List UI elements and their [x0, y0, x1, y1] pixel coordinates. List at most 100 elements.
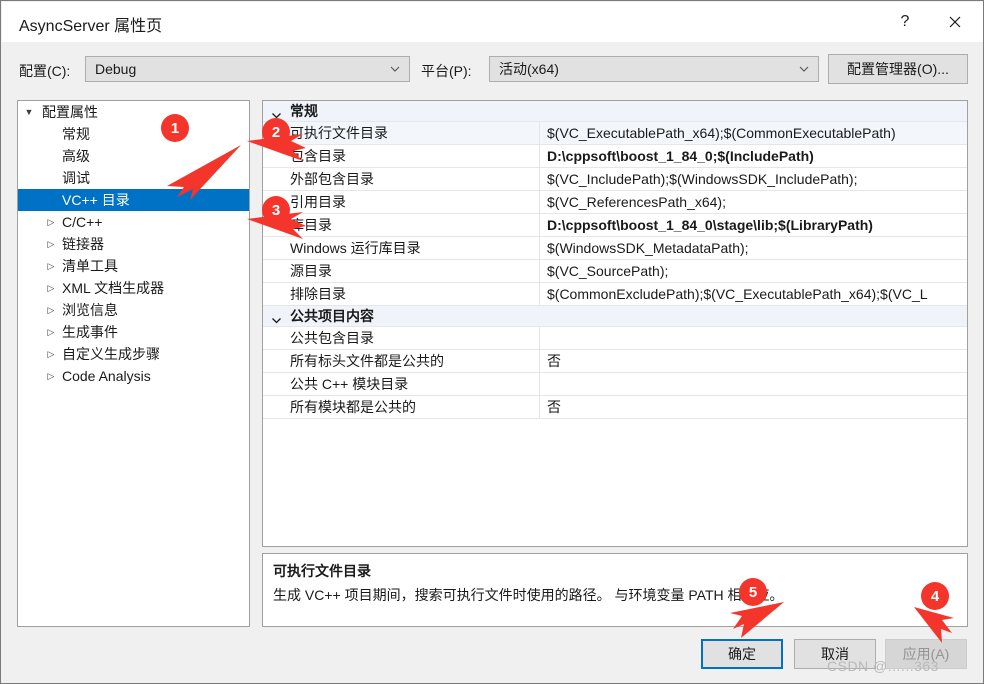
question-mark-icon: ?	[900, 13, 910, 30]
tree-item-12[interactable]: ▷ Code Analysis	[18, 365, 249, 387]
tree-item-label: XML 文档生成器	[62, 280, 165, 296]
tree-item-3[interactable]: 调试	[18, 167, 249, 189]
grid-property-value[interactable]: D:\cppsoft\boost_1_84_0;$(IncludePath)	[547, 145, 965, 167]
grid-row[interactable]: 公共包含目录	[263, 327, 967, 350]
apply-button[interactable]: 应用(A)	[885, 639, 967, 669]
collapsed-triangle-icon[interactable]: ▷	[40, 277, 62, 299]
tree-item-4[interactable]: VC++ 目录	[18, 189, 249, 211]
column-splitter[interactable]	[539, 214, 540, 236]
description-panel: 可执行文件目录 生成 VC++ 项目期间，搜索可执行文件时使用的路径。 与环境变…	[262, 553, 968, 627]
configuration-tree[interactable]: ▼ 配置属性 常规 高级 调试 VC++ 目录 ▷ C/C++ ▷ 链接器 ▷ 清单工具 ▷ XML 文档…	[17, 100, 250, 627]
tree-item-label: 自定义生成步骤	[62, 346, 160, 362]
grid-category-header[interactable]: 常规	[263, 101, 967, 122]
grid-property-name: 可执行文件目录	[290, 125, 388, 141]
grid-property-name: 排除目录	[290, 286, 346, 302]
tree-item-label: C/C++	[62, 214, 103, 230]
grid-property-value[interactable]: $(VC_SourcePath);	[547, 260, 965, 282]
tree-item-label: 调试	[62, 170, 90, 186]
grid-property-name: 引用目录	[290, 194, 346, 210]
grid-row[interactable]: 公共 C++ 模块目录	[263, 373, 967, 396]
grid-row[interactable]: 所有模块都是公共的 否	[263, 396, 967, 419]
grid-row[interactable]: 排除目录 $(CommonExcludePath);$(VC_Executable…	[263, 283, 967, 306]
grid-property-name: 包含目录	[290, 148, 346, 164]
tree-item-1[interactable]: 常规	[18, 123, 249, 145]
description-body: 生成 VC++ 项目期间，搜索可执行文件时使用的路径。 与环境变量 PATH 相…	[273, 587, 784, 603]
grid-property-name: 公共 C++ 模块目录	[290, 376, 409, 392]
chevron-down-icon[interactable]	[271, 106, 282, 119]
grid-property-value[interactable]: $(CommonExcludePath);$(VC_ExecutablePath…	[547, 283, 965, 305]
column-splitter[interactable]	[539, 350, 540, 372]
grid-row[interactable]: 引用目录 $(VC_ReferencesPath_x64);	[263, 191, 967, 214]
grid-property-name: 源目录	[290, 263, 332, 279]
grid-row[interactable]: Windows 运行库目录 $(WindowsSDK_MetadataPath);	[263, 237, 967, 260]
grid-row[interactable]: 包含目录 D:\cppsoft\boost_1_84_0;$(IncludePat…	[263, 145, 967, 168]
grid-property-name: 公共包含目录	[290, 330, 374, 346]
description-title: 可执行文件目录	[273, 563, 371, 579]
grid-property-value[interactable]: 否	[547, 396, 965, 418]
tree-item-label: 高级	[62, 148, 90, 164]
chevron-down-icon	[389, 63, 401, 75]
platform-dropdown[interactable]: 活动(x64)	[489, 56, 819, 82]
grid-property-value[interactable]: $(VC_ReferencesPath_x64);	[547, 191, 965, 213]
tree-item-8[interactable]: ▷ XML 文档生成器	[18, 277, 249, 299]
page-title: AsyncServer 属性页	[19, 18, 163, 35]
tree-item-10[interactable]: ▷ 生成事件	[18, 321, 249, 343]
collapsed-triangle-icon[interactable]: ▷	[40, 321, 62, 343]
column-splitter[interactable]	[539, 168, 540, 190]
grid-property-name: 所有模块都是公共的	[290, 399, 416, 415]
grid-property-name: 外部包含目录	[290, 171, 374, 187]
grid-category-header[interactable]: 公共项目内容	[263, 306, 967, 327]
grid-row[interactable]: 可执行文件目录 $(VC_ExecutablePath_x64);$(Common…	[263, 122, 967, 145]
tree-item-label: 生成事件	[62, 324, 118, 340]
column-splitter[interactable]	[539, 122, 540, 144]
grid-category-title: 公共项目内容	[290, 308, 374, 324]
help-button[interactable]: ?	[882, 3, 928, 41]
grid-property-value[interactable]: 否	[547, 350, 965, 372]
tree-item-5[interactable]: ▷ C/C++	[18, 211, 249, 233]
collapsed-triangle-icon[interactable]: ▷	[40, 255, 62, 277]
tree-item-2[interactable]: 高级	[18, 145, 249, 167]
grid-row[interactable]: 所有标头文件都是公共的 否	[263, 350, 967, 373]
column-splitter[interactable]	[539, 145, 540, 167]
cancel-button[interactable]: 取消	[794, 639, 876, 669]
collapsed-triangle-icon[interactable]: ▷	[40, 233, 62, 255]
tree-item-0[interactable]: ▼ 配置属性	[18, 101, 249, 123]
collapsed-triangle-icon[interactable]: ▷	[40, 343, 62, 365]
grid-property-value[interactable]: $(VC_IncludePath);$(WindowsSDK_IncludePa…	[547, 168, 965, 190]
grid-property-name: Windows 运行库目录	[290, 240, 421, 256]
collapsed-triangle-icon[interactable]: ▷	[40, 365, 62, 387]
collapsed-triangle-icon[interactable]: ▷	[40, 299, 62, 321]
tree-item-label: 浏览信息	[62, 302, 118, 318]
property-grid[interactable]: 常规可执行文件目录 $(VC_ExecutablePath_x64);$(Comm…	[262, 100, 968, 547]
configuration-manager-button[interactable]: 配置管理器(O)...	[828, 54, 968, 84]
column-splitter[interactable]	[539, 191, 540, 213]
grid-property-value[interactable]: $(VC_ExecutablePath_x64);$(CommonExecuta…	[547, 122, 965, 144]
grid-property-value[interactable]: D:\cppsoft\boost_1_84_0\stage\lib;$(Libr…	[547, 214, 965, 236]
column-splitter[interactable]	[539, 373, 540, 395]
configuration-dropdown[interactable]: Debug	[85, 56, 410, 82]
ok-button[interactable]: 确定	[701, 639, 783, 669]
grid-row[interactable]: 源目录 $(VC_SourcePath);	[263, 260, 967, 283]
tree-item-label: 配置属性	[42, 104, 98, 120]
tree-item-11[interactable]: ▷ 自定义生成步骤	[18, 343, 249, 365]
tree-item-label: 清单工具	[62, 258, 118, 274]
grid-category-title: 常规	[290, 103, 318, 119]
close-button[interactable]	[932, 3, 978, 41]
grid-row[interactable]: 库目录 D:\cppsoft\boost_1_84_0\stage\lib;$(L…	[263, 214, 967, 237]
chevron-down-icon[interactable]	[271, 311, 282, 324]
tree-item-7[interactable]: ▷ 清单工具	[18, 255, 249, 277]
close-icon	[949, 16, 961, 28]
chevron-down-icon	[798, 63, 810, 75]
grid-property-name: 库目录	[290, 217, 332, 233]
column-splitter[interactable]	[539, 283, 540, 305]
column-splitter[interactable]	[539, 327, 540, 349]
column-splitter[interactable]	[539, 260, 540, 282]
expanded-triangle-icon[interactable]: ▼	[18, 101, 40, 123]
tree-item-6[interactable]: ▷ 链接器	[18, 233, 249, 255]
column-splitter[interactable]	[539, 396, 540, 418]
grid-property-value[interactable]: $(WindowsSDK_MetadataPath);	[547, 237, 965, 259]
collapsed-triangle-icon[interactable]: ▷	[40, 211, 62, 233]
column-splitter[interactable]	[539, 237, 540, 259]
grid-row[interactable]: 外部包含目录 $(VC_IncludePath);$(WindowsSDK_Inc…	[263, 168, 967, 191]
tree-item-9[interactable]: ▷ 浏览信息	[18, 299, 249, 321]
